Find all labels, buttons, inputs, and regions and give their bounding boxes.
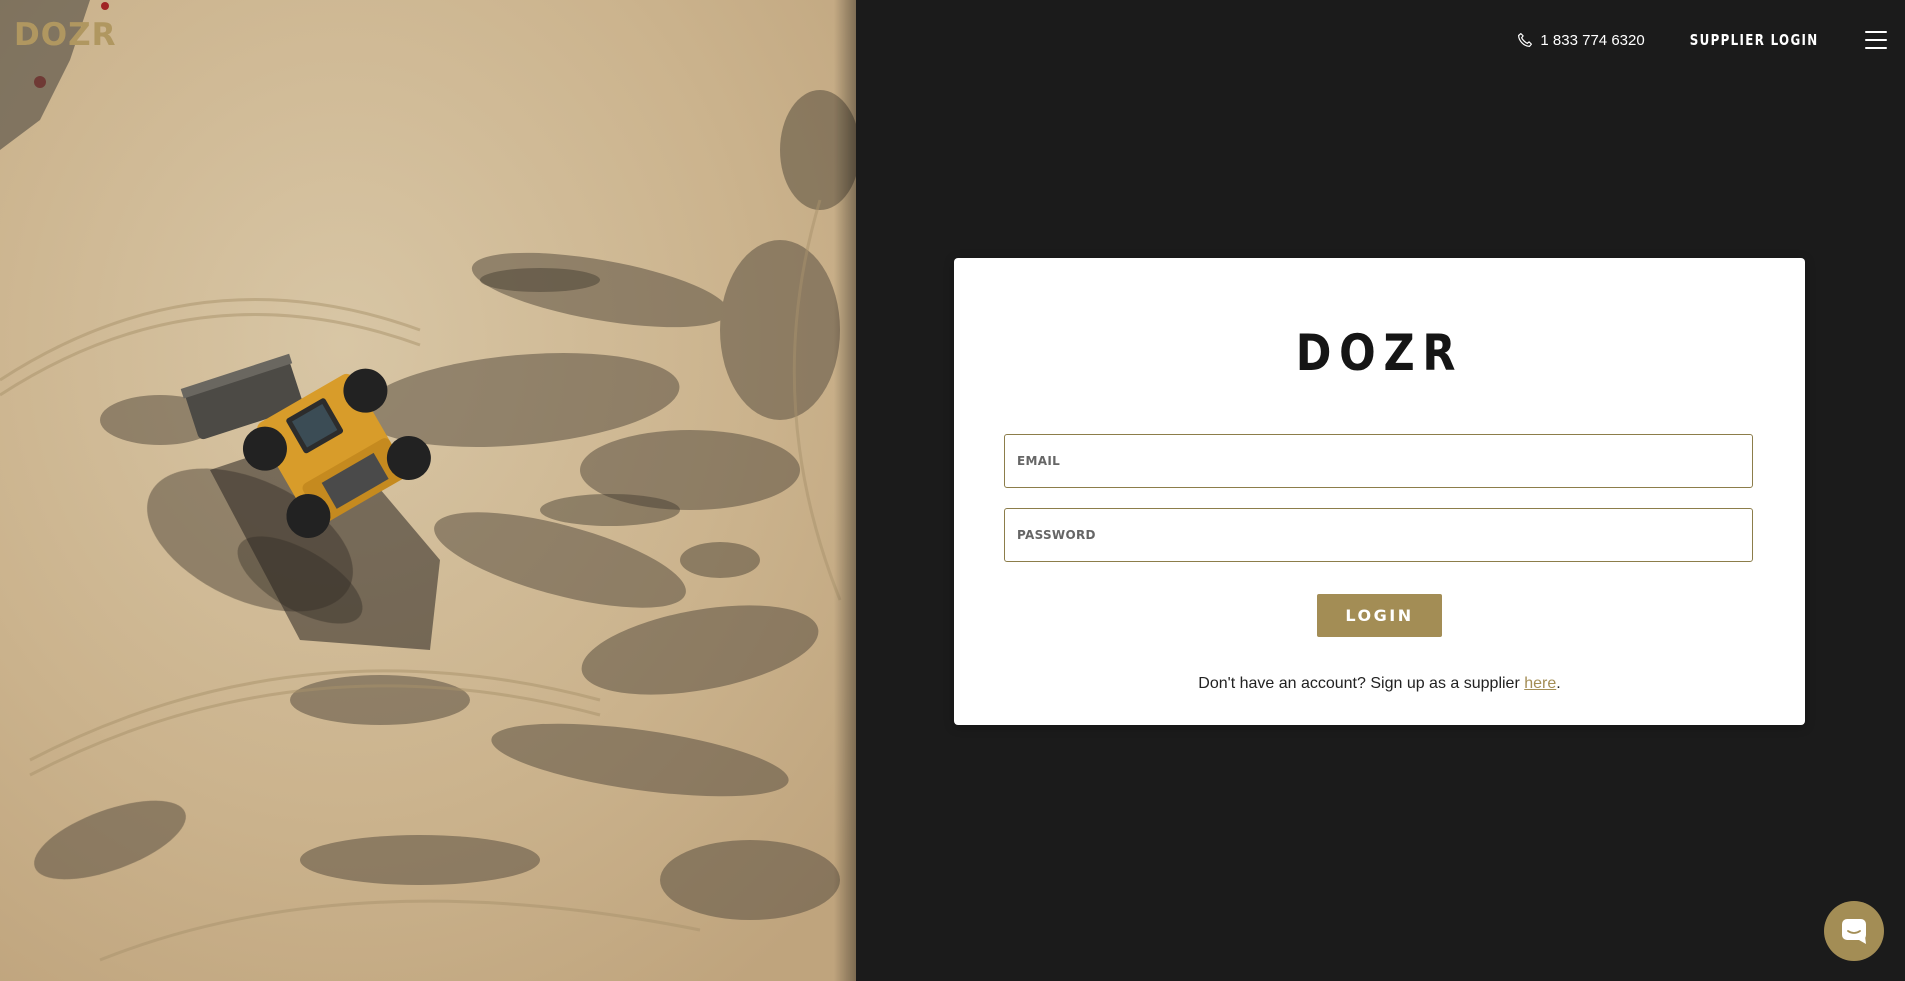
hero-image bbox=[0, 0, 856, 981]
supplier-login-page: DOZR 1 833 774 6320 SUPPLIER LOGIN DOZR … bbox=[0, 0, 1905, 981]
supplier-login-link[interactable]: SUPPLIER LOGIN bbox=[1689, 31, 1818, 49]
signup-link[interactable]: here bbox=[1524, 675, 1556, 692]
hamburger-menu-icon[interactable] bbox=[1865, 31, 1887, 49]
top-nav: 1 833 774 6320 SUPPLIER LOGIN bbox=[1516, 0, 1905, 80]
phone-icon bbox=[1518, 33, 1533, 47]
menu-bar bbox=[1865, 47, 1887, 49]
dozr-logo[interactable]: DOZR bbox=[14, 20, 116, 51]
signup-prompt-text: Don't have an account? Sign up as a supp… bbox=[1198, 675, 1525, 692]
phone-link[interactable]: 1 833 774 6320 bbox=[1516, 31, 1645, 49]
login-card: DOZR LOGIN Don't have an account? Sign u… bbox=[954, 258, 1805, 725]
email-field[interactable] bbox=[1004, 434, 1753, 488]
menu-bar bbox=[1865, 39, 1887, 41]
chat-launcher-button[interactable] bbox=[1824, 901, 1884, 961]
phone-number: 1 833 774 6320 bbox=[1540, 31, 1645, 49]
menu-bar bbox=[1865, 31, 1887, 33]
hero-edge-shadow bbox=[834, 0, 856, 981]
password-field[interactable] bbox=[1004, 508, 1753, 562]
login-card-title: DOZR bbox=[1295, 324, 1464, 382]
signup-period: . bbox=[1556, 675, 1561, 692]
chat-bubble-icon bbox=[1842, 919, 1866, 944]
signup-prompt: Don't have an account? Sign up as a supp… bbox=[954, 675, 1805, 693]
login-button[interactable]: LOGIN bbox=[1317, 594, 1442, 637]
